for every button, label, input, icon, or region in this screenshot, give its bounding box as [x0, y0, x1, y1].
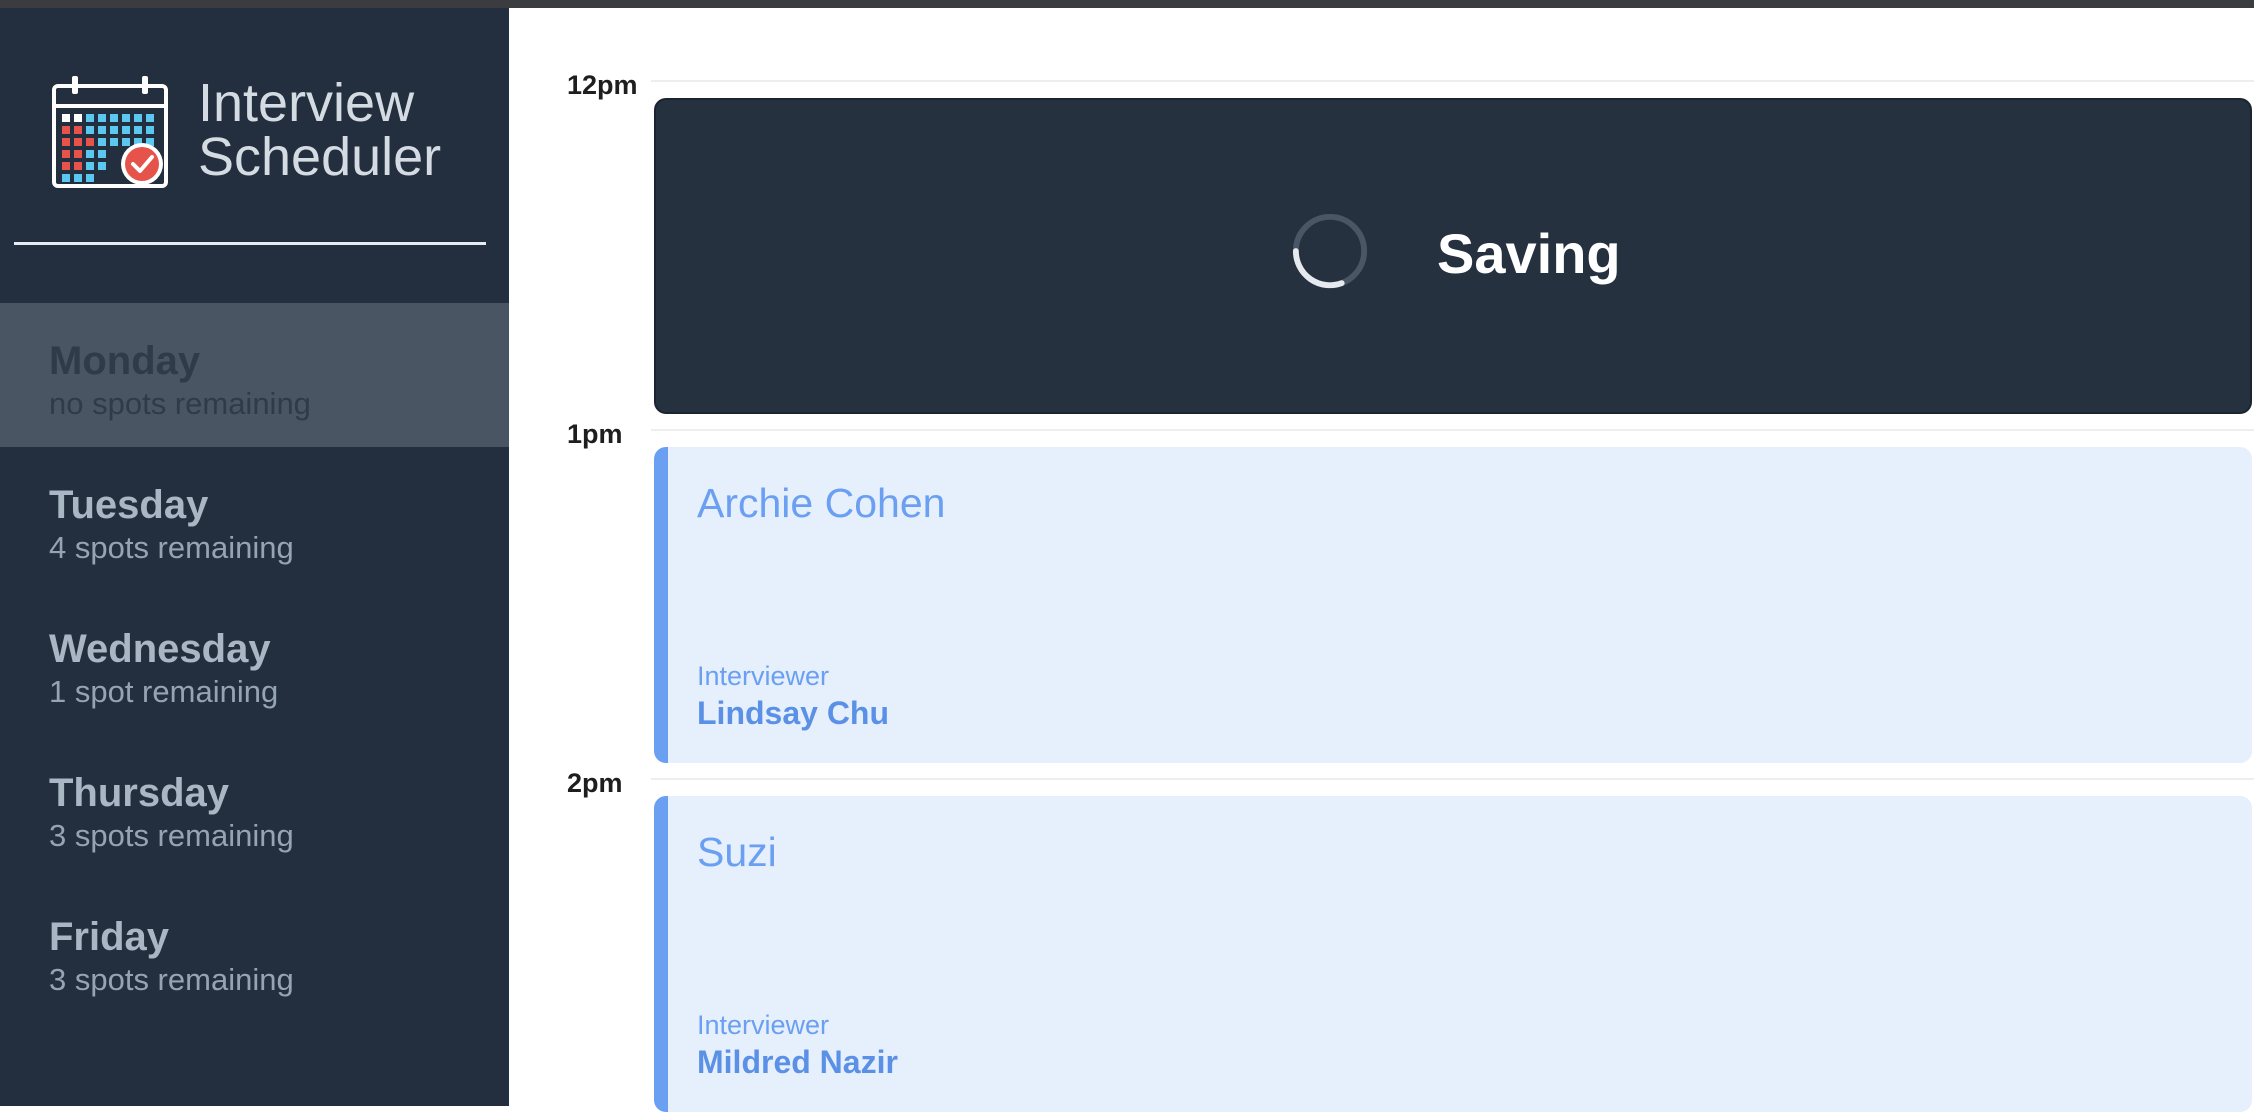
- day-item-thursday[interactable]: Thursday 3 spots remaining: [0, 735, 509, 879]
- day-item-friday[interactable]: Friday 3 spots remaining: [0, 879, 509, 1023]
- day-item-wednesday[interactable]: Wednesday 1 spot remaining: [0, 591, 509, 735]
- day-spots: 4 spots remaining: [49, 530, 294, 565]
- appointment-card[interactable]: Suzi Interviewer Mildred Nazir: [654, 796, 2252, 1112]
- interviewer-label: Interviewer: [697, 661, 830, 691]
- day-name: Friday: [49, 915, 170, 959]
- time-separator: [651, 778, 2254, 780]
- day-name: Monday: [49, 339, 201, 383]
- day-item-monday[interactable]: Monday no spots remaining: [0, 303, 509, 447]
- time-slot-12pm: 12pm Saving: [509, 8, 2254, 414]
- day-name: Tuesday: [49, 483, 209, 527]
- window-top-bar: [0, 0, 2254, 8]
- day-spots: 3 spots remaining: [49, 962, 294, 997]
- time-label: 1pm: [567, 419, 623, 449]
- day-name: Thursday: [49, 771, 230, 815]
- time-separator: [651, 429, 2254, 431]
- day-item-tuesday[interactable]: Tuesday 4 spots remaining: [0, 447, 509, 591]
- day-spots: 3 spots remaining: [49, 818, 294, 853]
- day-spots: 1 spot remaining: [49, 674, 279, 709]
- time-separator: [651, 80, 2254, 82]
- interviewer-name: Mildred Nazir: [697, 1044, 898, 1080]
- loading-spinner-icon: [1292, 213, 1368, 289]
- status-text: Saving: [1437, 222, 1621, 285]
- day-spots: no spots remaining: [49, 386, 311, 421]
- day-list: Monday no spots remaining Tuesday 4 spot…: [0, 303, 509, 1023]
- time-slot-2pm: 2pm Suzi Interviewer Mildred Nazir: [509, 706, 2254, 1112]
- student-name: Suzi: [697, 829, 777, 875]
- sidebar-divider: [14, 242, 486, 245]
- time-label: 2pm: [567, 768, 623, 798]
- app-title-line1: Interview: [198, 73, 415, 133]
- app-title: Interview Scheduler: [198, 76, 441, 184]
- sidebar: Interview Scheduler Monday no spots rema…: [0, 8, 509, 1106]
- calendar-check-icon: [52, 76, 168, 188]
- time-label: 12pm: [567, 70, 638, 100]
- time-slot-1pm: 1pm Archie Cohen Interviewer Lindsay Chu: [509, 357, 2254, 763]
- schedule: 12pm Saving 1pm Archie Cohen Interviewer…: [509, 8, 2254, 1112]
- app-title-line2: Scheduler: [198, 127, 442, 187]
- interviewer-label: Interviewer: [697, 1010, 830, 1040]
- student-name: Archie Cohen: [697, 480, 946, 526]
- day-name: Wednesday: [49, 627, 271, 671]
